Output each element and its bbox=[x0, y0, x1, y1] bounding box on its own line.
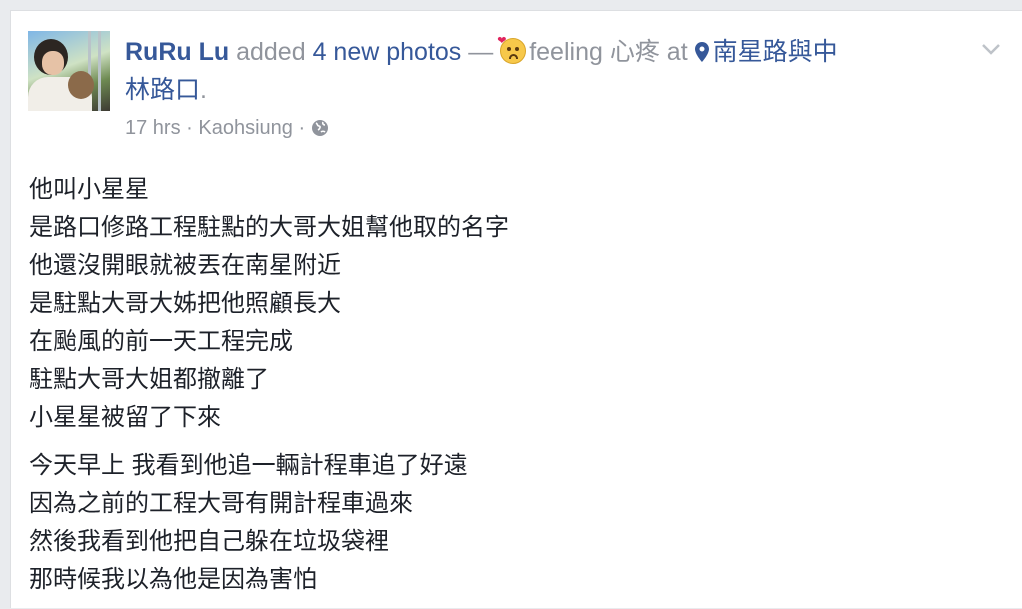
feeling-label: feeling bbox=[529, 38, 603, 66]
period: . bbox=[200, 76, 207, 104]
text-line: 今天早上 我看到他追一輛計程車追了好遠 bbox=[29, 452, 468, 479]
text-line: 在颱風的前一天工程完成 bbox=[29, 328, 293, 355]
dash: — bbox=[468, 38, 494, 66]
chevron-down-icon[interactable] bbox=[979, 37, 1003, 61]
meta-separator: · bbox=[186, 117, 193, 139]
text-line: 然後我看到他把自己躲在垃圾袋裡 bbox=[29, 528, 389, 555]
post-meta: 17 hrs · Kaohsiung · bbox=[125, 115, 329, 141]
globe-icon[interactable] bbox=[311, 119, 329, 137]
map-pin-icon bbox=[694, 42, 709, 62]
photos-link[interactable]: 4 new photos bbox=[313, 38, 462, 66]
text-line: 小星星被留了下來 bbox=[29, 404, 221, 431]
text-line: 駐點大哥大姐都撤離了 bbox=[29, 366, 269, 393]
worried-face-emoji-icon: ❤ bbox=[497, 36, 527, 64]
post-header: RuRu Lu added 4 new photos — ❤ feeling 心疼… bbox=[125, 33, 945, 109]
text-line: 他叫小星星 bbox=[29, 176, 149, 203]
paragraph-2: 今天早上 我看到他追一輛計程車追了好遠 因為之前的工程大哥有開計程車過來 然後我… bbox=[29, 447, 989, 599]
paragraph-1: 他叫小星星 是路口修路工程駐點的大哥大姐幫他取的名字 他還沒開眼就被丟在南星附近… bbox=[29, 171, 989, 437]
feeling-value: 心疼 bbox=[609, 38, 660, 66]
timestamp-link[interactable]: 17 hrs bbox=[125, 117, 181, 139]
text-line: 是路口修路工程駐點的大哥大姐幫他取的名字 bbox=[29, 214, 509, 241]
profile-avatar[interactable] bbox=[28, 31, 110, 111]
place-link[interactable]: Kaohsiung bbox=[198, 117, 293, 139]
author-name-link[interactable]: RuRu Lu bbox=[125, 38, 229, 66]
action-text: added bbox=[236, 38, 306, 66]
at-text: at bbox=[666, 38, 688, 66]
post-card: RuRu Lu added 4 new photos — ❤ feeling 心疼… bbox=[10, 10, 1022, 608]
meta-separator-2: · bbox=[298, 117, 306, 139]
text-line: 是駐點大哥大姊把他照顧長大 bbox=[29, 290, 341, 317]
text-line: 那時候我以為他是因為害怕 bbox=[29, 566, 317, 593]
post-body: 他叫小星星 是路口修路工程駐點的大哥大姐幫他取的名字 他還沒開眼就被丟在南星附近… bbox=[29, 171, 989, 609]
text-line: 他還沒開眼就被丟在南星附近 bbox=[29, 252, 341, 279]
text-line: 因為之前的工程大哥有開計程車過來 bbox=[29, 490, 413, 517]
